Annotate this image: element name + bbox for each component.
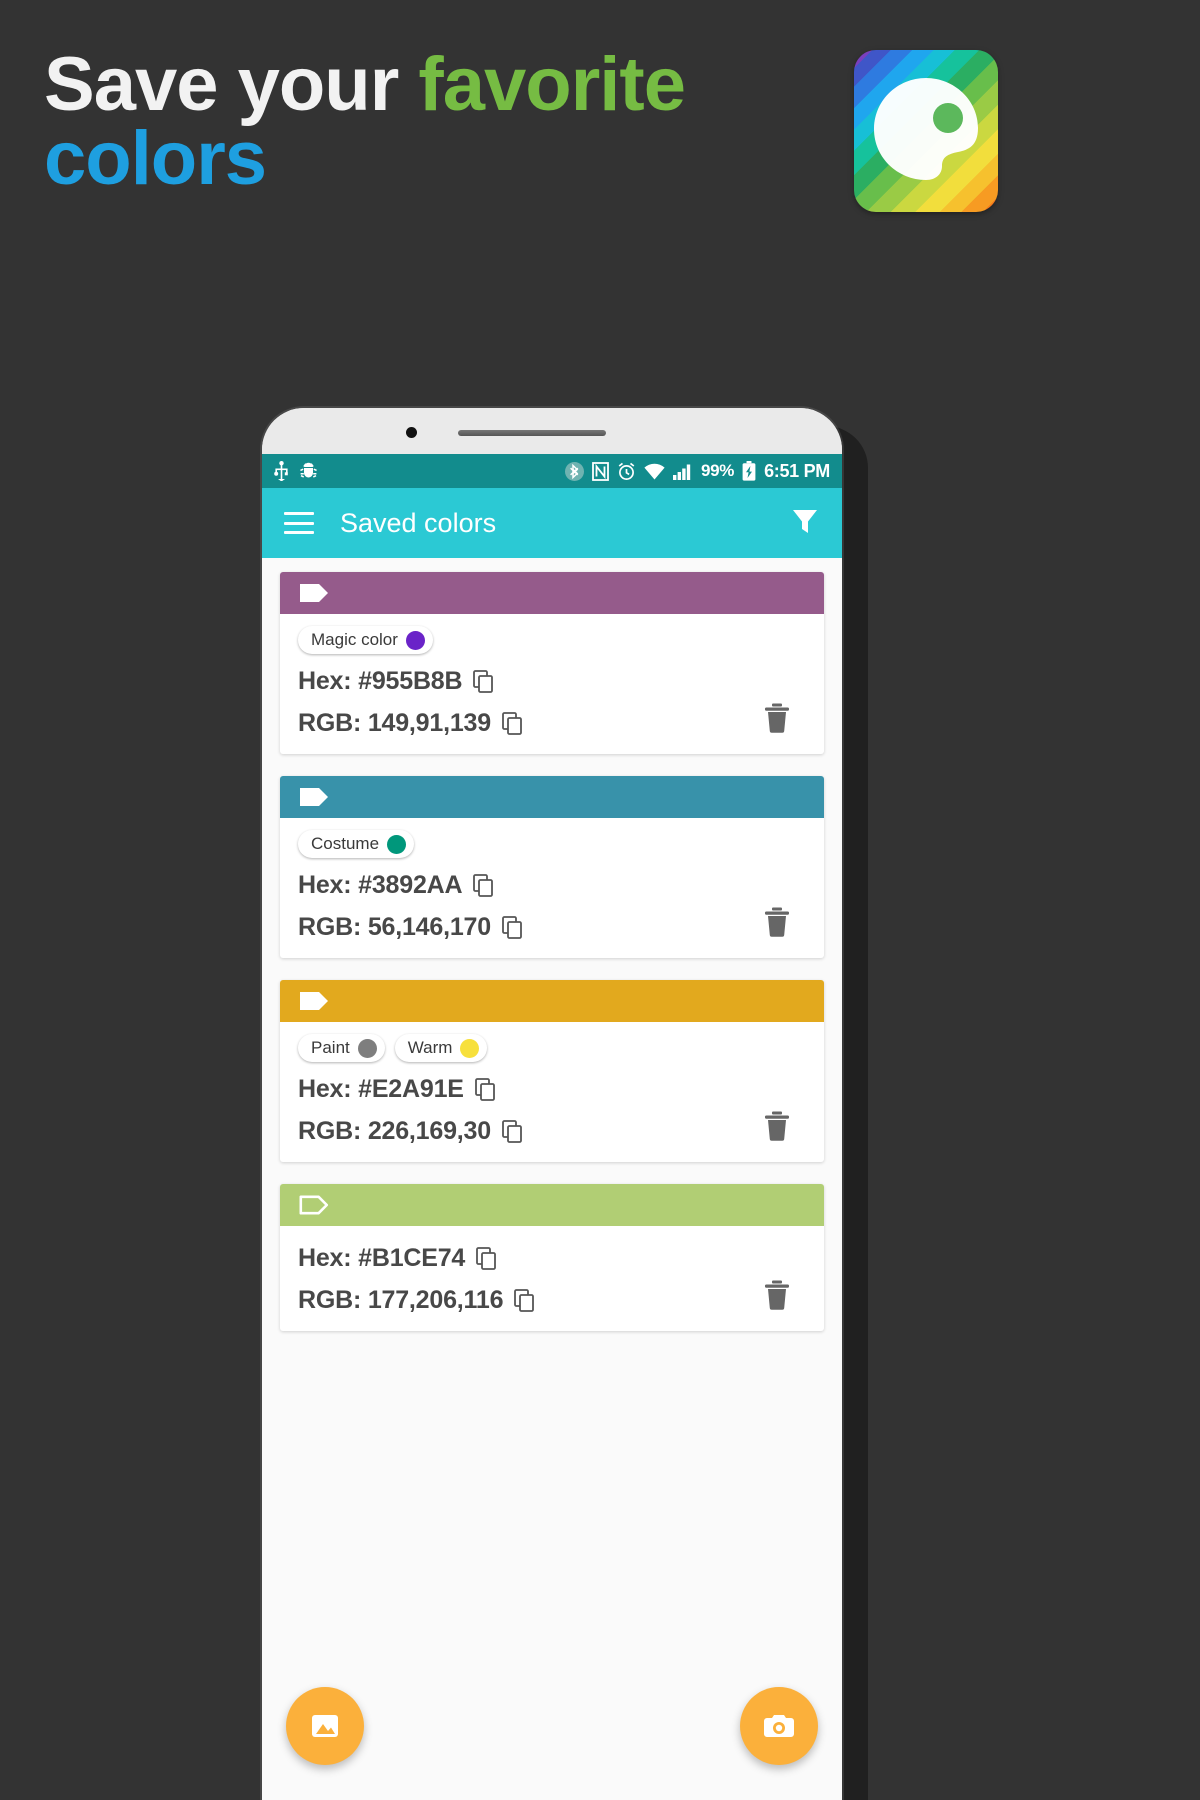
headline-part-3: colors bbox=[44, 115, 267, 201]
rgb-row: RGB: 56,146,170 bbox=[298, 913, 806, 942]
phone-mockup: 99% 6:51 PM Saved colors Magic color Hex… bbox=[262, 408, 842, 1800]
card-body: Magic color Hex: #955B8B RGB: 149,91,139 bbox=[280, 614, 824, 754]
phone-top-bezel bbox=[262, 408, 842, 454]
tag-color-dot bbox=[405, 630, 425, 650]
alarm-icon bbox=[618, 462, 635, 480]
tag-icon bbox=[300, 584, 328, 602]
trash-icon[interactable] bbox=[764, 703, 790, 738]
color-card[interactable]: Paint Warm Hex: #E2A91E RGB: 226,169,30 bbox=[280, 980, 824, 1162]
camera-fab-button[interactable] bbox=[740, 1687, 818, 1765]
rgb-label: RGB: 56,146,170 bbox=[298, 913, 491, 941]
hex-label: Hex: #955B8B bbox=[298, 667, 463, 695]
filter-funnel-icon[interactable] bbox=[790, 506, 820, 541]
headline-part-2: favorite bbox=[418, 42, 686, 127]
tag-color-dot bbox=[357, 1038, 377, 1058]
trash-icon[interactable] bbox=[764, 1111, 790, 1146]
color-card[interactable]: Costume Hex: #3892AA RGB: 56,146,170 bbox=[280, 776, 824, 958]
hex-row: Hex: #3892AA bbox=[298, 871, 806, 900]
hex-row: Hex: #E2A91E bbox=[298, 1075, 806, 1104]
clock-label: 6:51 PM bbox=[764, 460, 830, 481]
app-bar: Saved colors bbox=[262, 488, 842, 558]
tag-chip-label: Costume bbox=[311, 834, 380, 853]
hex-row: Hex: #955B8B bbox=[298, 667, 806, 696]
status-bar: 99% 6:51 PM bbox=[262, 454, 842, 488]
copy-icon[interactable] bbox=[502, 711, 524, 736]
tag-chip-label: Warm bbox=[407, 1038, 453, 1057]
tag-chip[interactable]: Costume bbox=[298, 830, 415, 858]
copy-icon[interactable] bbox=[502, 915, 524, 940]
hex-label: Hex: #B1CE74 bbox=[298, 1244, 466, 1272]
rgb-label: RGB: 149,91,139 bbox=[298, 709, 491, 737]
hex-row: Hex: #B1CE74 bbox=[298, 1244, 806, 1273]
copy-icon[interactable] bbox=[514, 1288, 536, 1313]
copy-icon[interactable] bbox=[476, 1246, 498, 1271]
rgb-row: RGB: 226,169,30 bbox=[298, 1117, 806, 1146]
hamburger-menu-icon[interactable] bbox=[284, 512, 314, 534]
android-debug-bug-icon bbox=[300, 462, 317, 478]
tag-chip[interactable]: Warm bbox=[394, 1034, 488, 1062]
card-header-swatch bbox=[280, 572, 824, 614]
copy-icon[interactable] bbox=[473, 873, 495, 898]
headline-part-1: Save your bbox=[44, 42, 419, 127]
cell-signal-icon bbox=[672, 464, 691, 480]
battery-charging-icon bbox=[742, 461, 756, 481]
trash-icon[interactable] bbox=[764, 907, 790, 942]
color-card[interactable]: Magic color Hex: #955B8B RGB: 149,91,139 bbox=[280, 572, 824, 754]
rgb-row: RGB: 177,206,116 bbox=[298, 1286, 806, 1315]
hex-label: Hex: #E2A91E bbox=[298, 1075, 464, 1103]
earpiece-speaker bbox=[458, 430, 606, 436]
camera-icon bbox=[764, 1715, 794, 1737]
color-card[interactable]: Hex: #B1CE74 RGB: 177,206,116 bbox=[280, 1184, 824, 1331]
tag-chip[interactable]: Paint bbox=[298, 1034, 385, 1062]
tag-icon-outline bbox=[299, 1195, 329, 1215]
wifi-icon bbox=[644, 463, 665, 479]
tag-icon bbox=[300, 788, 328, 806]
tag-chip-label: Magic color bbox=[311, 630, 398, 649]
copy-icon[interactable] bbox=[474, 1077, 497, 1102]
rgb-row: RGB: 149,91,139 bbox=[298, 709, 806, 738]
tag-chip-list: Paint Warm bbox=[298, 1034, 806, 1062]
card-header-swatch bbox=[280, 980, 824, 1022]
copy-icon[interactable] bbox=[473, 669, 495, 694]
tag-chip-list: Magic color bbox=[298, 626, 806, 654]
copy-icon[interactable] bbox=[502, 1119, 524, 1144]
battery-percent-label: 99% bbox=[700, 461, 735, 480]
nfc-icon bbox=[592, 461, 609, 481]
tag-chip[interactable]: Magic color bbox=[298, 626, 433, 654]
tag-icon bbox=[300, 992, 328, 1010]
front-camera-icon bbox=[406, 427, 417, 438]
paint-palette-app-icon bbox=[854, 50, 998, 212]
image-gallery-icon bbox=[312, 1715, 338, 1737]
tag-chip-list: Costume bbox=[298, 830, 806, 858]
card-body: Costume Hex: #3892AA RGB: 56,146,170 bbox=[280, 818, 824, 958]
rgb-label: RGB: 226,169,30 bbox=[298, 1117, 491, 1145]
card-body: Hex: #B1CE74 RGB: 177,206,116 bbox=[280, 1226, 824, 1331]
page-title: Saved colors bbox=[340, 507, 497, 538]
hex-label: Hex: #3892AA bbox=[298, 871, 463, 899]
tag-chip-label: Paint bbox=[311, 1038, 350, 1057]
saved-colors-list[interactable]: Magic color Hex: #955B8B RGB: 149,91,139 bbox=[262, 558, 842, 1800]
promo-headline: Save your favorite colors bbox=[44, 47, 686, 197]
card-body: Paint Warm Hex: #E2A91E RGB: 226,169,30 bbox=[280, 1022, 824, 1162]
rgb-label: RGB: 177,206,116 bbox=[298, 1286, 504, 1314]
bluetooth-icon bbox=[564, 461, 584, 481]
tag-color-dot bbox=[387, 834, 407, 854]
tag-color-dot bbox=[460, 1038, 480, 1058]
card-header-swatch bbox=[280, 1184, 824, 1226]
gallery-fab-button[interactable] bbox=[286, 1687, 364, 1765]
trash-icon[interactable] bbox=[764, 1280, 790, 1315]
usb-icon bbox=[274, 461, 288, 481]
promo-screenshot: Save your favorite colors 99% 6:51 PM Sa… bbox=[0, 0, 1200, 1800]
card-header-swatch bbox=[280, 776, 824, 818]
